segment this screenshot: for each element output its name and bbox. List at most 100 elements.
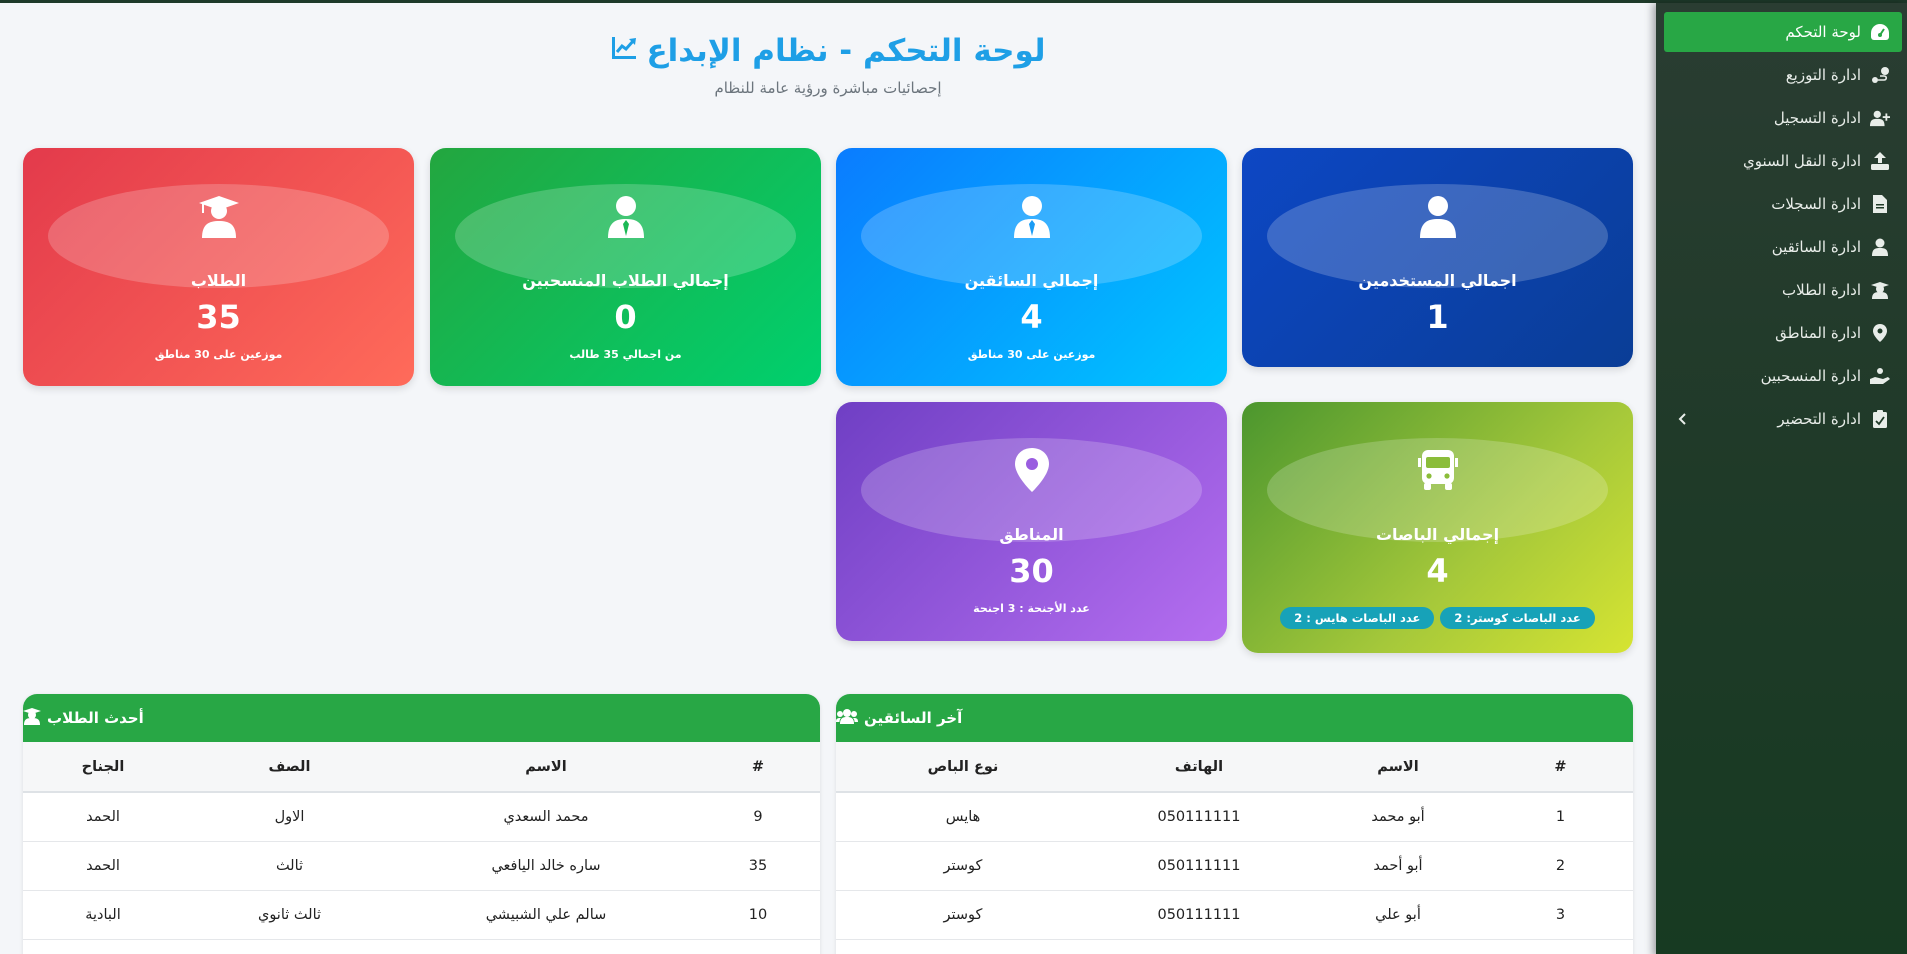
user-graduate-icon <box>23 194 414 242</box>
panel-title: آخر السائقين <box>864 709 963 727</box>
latest-drivers-panel: آخر السائقين # الاسم الهاتف نوع الباص 1 … <box>836 694 1633 954</box>
users-icon <box>836 708 858 728</box>
sidebar-item-label: ادارة المناطق <box>1775 324 1861 342</box>
sidebar-item-annual-transfer[interactable]: ادارة النقل السنوي <box>1664 141 1902 181</box>
table-cell: 2 <box>1488 841 1633 891</box>
chevron-left-icon[interactable] <box>1678 411 1688 429</box>
sidebar-item-label: ادارة السجلات <box>1771 195 1861 213</box>
column-header: الهاتف <box>1090 742 1308 793</box>
sidebar-item-label: ادارة السائقين <box>1771 238 1861 256</box>
map-marker-icon <box>836 448 1227 496</box>
graduate-icon <box>23 707 41 729</box>
column-header: الاسم <box>396 742 696 793</box>
latest-students-panel: أحدث الطلاب # الاسم الصف الجناح 9 محمد ا… <box>23 694 820 954</box>
table-cell: الحمد <box>23 792 183 842</box>
route-icon <box>1870 66 1890 84</box>
table-cell: هايس <box>836 792 1090 842</box>
column-header: الاسم <box>1308 742 1488 793</box>
sidebar-item-records[interactable]: ادارة السجلات <box>1664 184 1902 224</box>
table-cell: كوستر <box>836 890 1090 940</box>
card-total-drivers[interactable]: إجمالي السائقين 4 موزعين على 30 مناطق <box>836 148 1227 386</box>
sidebar-item-label: ادارة التحضير <box>1777 410 1861 428</box>
sidebar: لوحة التحكم ادارة التوزيع ادارة التسجيل … <box>1656 3 1907 954</box>
hiace-count-badge: عدد الباصات هايس : 2 <box>1280 607 1435 629</box>
coaster-count-badge: عدد الباصات كوستر: 2 <box>1440 607 1595 629</box>
table-cell: 050111111 <box>1090 890 1308 940</box>
file-icon <box>1870 195 1890 213</box>
table-cell: ساره خالد اليافعي <box>396 841 696 891</box>
sidebar-item-students[interactable]: ادارة الطلاب <box>1664 270 1902 310</box>
sidebar-item-label: ادارة التوزيع <box>1785 66 1861 84</box>
card-value: 0 <box>614 298 637 336</box>
table-cell: 3 <box>1488 890 1633 940</box>
table-cell: 35 <box>696 841 820 891</box>
sidebar-item-withdrawn[interactable]: ادارة المنسحبين <box>1664 356 1902 396</box>
sidebar-item-distribution[interactable]: ادارة التوزيع <box>1664 55 1902 95</box>
card-total-buses[interactable]: إجمالي الباصات 4 عدد الباصات كوستر: 2 عد… <box>1242 402 1633 653</box>
column-header: نوع الباص <box>836 742 1090 793</box>
page-title: لوحة التحكم - نظام الإبداع <box>0 33 1656 69</box>
table-cell: محمد السعدي <box>396 792 696 842</box>
user-icon <box>1242 194 1633 242</box>
card-value: 30 <box>1009 552 1054 590</box>
page-title-text: لوحة التحكم - نظام الإبداع <box>646 33 1046 69</box>
panel-header: آخر السائقين <box>836 694 1633 742</box>
table-cell: 1 <box>1488 792 1633 842</box>
card-value: 1 <box>1426 298 1449 336</box>
column-header: # <box>696 742 820 793</box>
card-subtext: عدد الأجنحة : 3 اجنحة <box>973 602 1090 615</box>
table-cell: البادية <box>23 890 183 940</box>
card-title: إجمالي الطلاب المنسحبين <box>522 271 729 290</box>
sidebar-item-drivers[interactable]: ادارة السائقين <box>1664 227 1902 267</box>
sidebar-item-attendance[interactable]: ادارة التحضير <box>1664 399 1902 439</box>
card-value: 35 <box>196 298 241 336</box>
table-cell: 050111111 <box>1090 792 1308 842</box>
user-tie-icon <box>836 194 1227 242</box>
table-cell: 050111111 <box>1090 841 1308 891</box>
page-subtitle: إحصائيات مباشرة ورؤية عامة للنظام <box>714 79 942 97</box>
user-plus-icon <box>1870 109 1890 127</box>
table-cell: الاول <box>183 792 396 842</box>
card-regions[interactable]: المناطق 30 عدد الأجنحة : 3 اجنحة <box>836 402 1227 641</box>
table-row: 2 أبو أحمد 050111111 كوستر <box>836 841 1633 891</box>
user-tie-icon <box>430 194 821 242</box>
table-cell: 9 <box>696 792 820 842</box>
sidebar-item-label: ادارة المنسحبين <box>1760 367 1861 385</box>
card-withdrawn-students[interactable]: إجمالي الطلاب المنسحبين 0 من اجمالي 35 ط… <box>430 148 821 386</box>
sidebar-item-registration[interactable]: ادارة التسجيل <box>1664 98 1902 138</box>
chart-line-icon <box>610 33 638 69</box>
table-row: 3 أبو علي 050111111 كوستر <box>836 890 1633 940</box>
column-header: الجناح <box>23 742 183 793</box>
sidebar-item-label: ادارة النقل السنوي <box>1742 152 1861 170</box>
table-cell: 10 <box>696 890 820 940</box>
card-subtext: من اجمالي 35 طالب <box>569 348 682 361</box>
table-row: 35 ساره خالد اليافعي ثالث الحمد <box>23 841 820 891</box>
table-cell: ثالث <box>183 841 396 891</box>
dashboard-gauge-icon <box>1870 23 1890 41</box>
card-title: اجمالي المستخدمين <box>1358 271 1517 290</box>
column-header: الصف <box>183 742 396 793</box>
panel-header: أحدث الطلاب <box>23 694 820 742</box>
sidebar-item-dashboard[interactable]: لوحة التحكم <box>1664 12 1902 52</box>
sidebar-menu: لوحة التحكم ادارة التوزيع ادارة التسجيل … <box>1656 3 1907 439</box>
main-content: لوحة التحكم - نظام الإبداع إحصائيات مباش… <box>0 3 1656 954</box>
graduate-icon <box>1870 281 1890 299</box>
card-subtext: موزعين على 30 مناطق <box>154 348 283 361</box>
drivers-table: # الاسم الهاتف نوع الباص 1 أبو محمد 0501… <box>836 742 1633 940</box>
upload-icon <box>1870 152 1890 170</box>
card-students[interactable]: الطلاب 35 موزعين على 30 مناطق <box>23 148 414 386</box>
table-cell: أبو محمد <box>1308 792 1488 842</box>
card-title: إجمالي الباصات <box>1375 525 1500 544</box>
card-total-users[interactable]: اجمالي المستخدمين 1 <box>1242 148 1633 367</box>
table-row: 10 سالم علي الشبيشي ثالث ثانوي البادية <box>23 890 820 940</box>
students-table: # الاسم الصف الجناح 9 محمد السعدي الاول … <box>23 742 820 940</box>
sidebar-item-regions[interactable]: ادارة المناطق <box>1664 313 1902 353</box>
card-title: إجمالي السائقين <box>964 271 1099 290</box>
panel-title: أحدث الطلاب <box>47 709 144 727</box>
card-subtext: موزعين على 30 مناطق <box>967 348 1096 361</box>
card-title: المناطق <box>999 525 1064 544</box>
column-header: # <box>1488 742 1633 793</box>
map-marker-icon <box>1870 324 1890 342</box>
table-row: 9 محمد السعدي الاول الحمد <box>23 792 820 842</box>
card-value: 4 <box>1426 552 1449 590</box>
